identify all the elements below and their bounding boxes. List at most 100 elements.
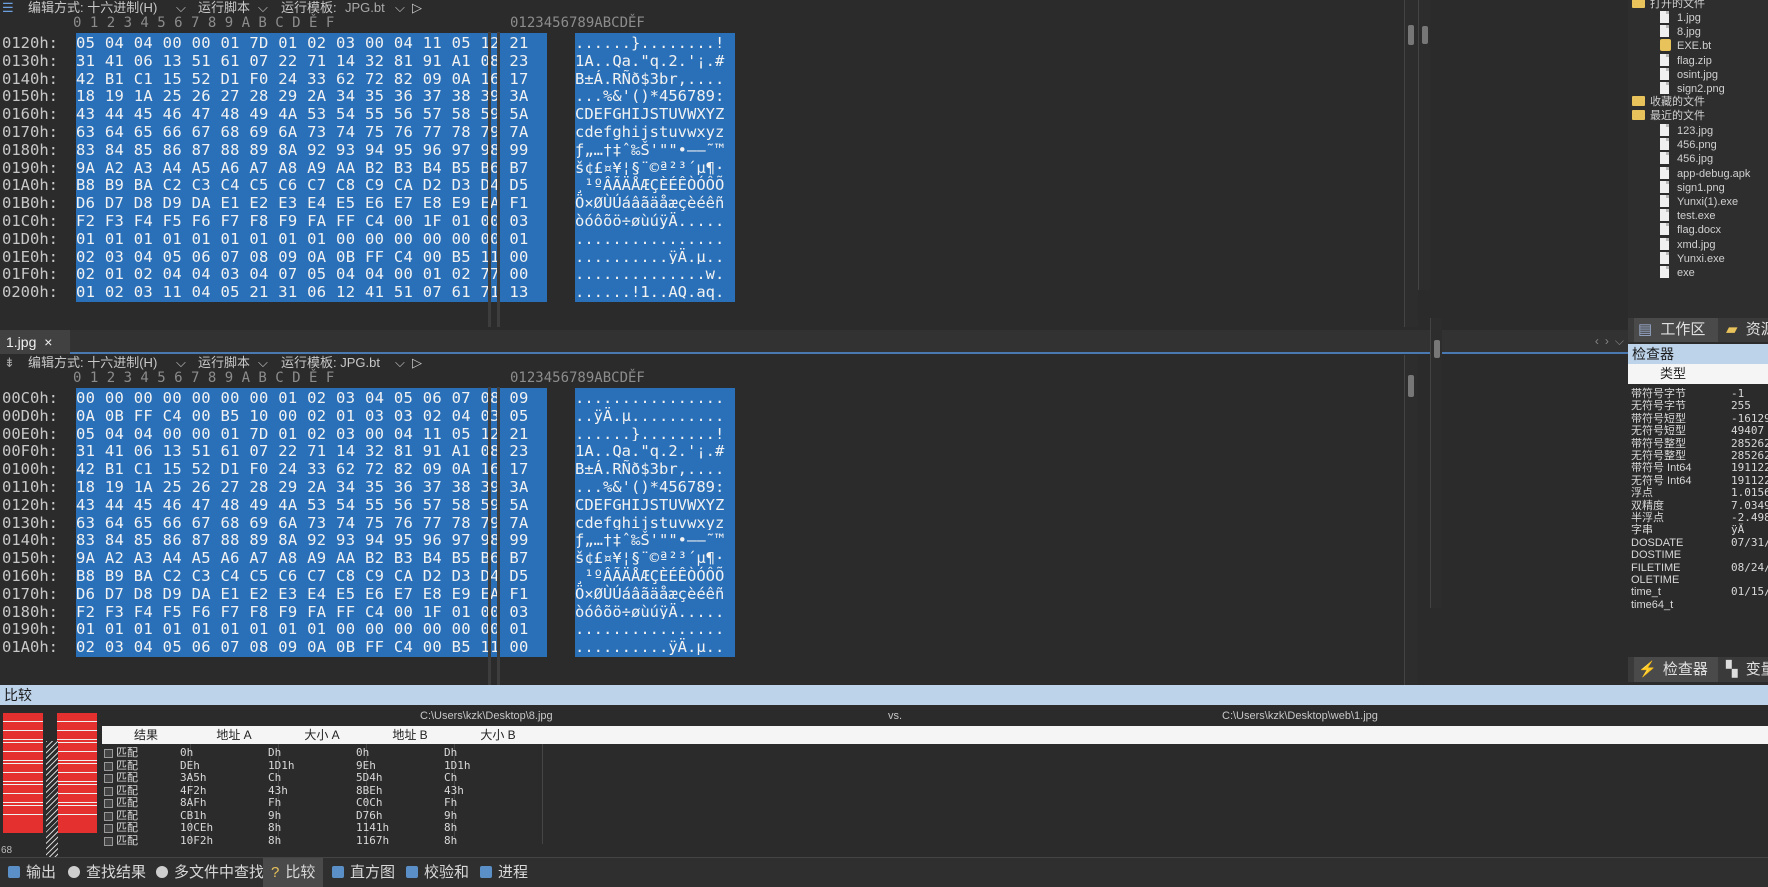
ascii-column-header: 0123456789ABCDĚF [510, 370, 645, 386]
diff-stripe [3, 784, 43, 785]
scrollbar-thumb[interactable] [1434, 340, 1440, 358]
hex-row[interactable]: 0200h: 01 02 03 11 04 05 21 31 06 12 41 5… [0, 282, 1418, 303]
tab-find-in-files[interactable]: 多文件中查找 [152, 858, 268, 887]
edit-as-dropdown[interactable]: 编辑方式: 十六进制(H) [28, 0, 157, 15]
bottom-tab-bar: 输出 查找结果 多文件中查找 ? 比较 直方图 校验和 进程 [0, 857, 1768, 887]
vertical-scrollbar[interactable] [1404, 0, 1418, 327]
tab-resources[interactable]: ▰ 资源 [1722, 318, 1768, 342]
file-name: exe [1677, 267, 1695, 279]
vertical-scrollbar[interactable] [1430, 318, 1442, 608]
checksum-icon [406, 866, 418, 878]
file-item[interactable]: exe [1660, 265, 1695, 281]
scrollbar-thumb[interactable] [1408, 25, 1414, 45]
folder-icon: ▰ [1726, 321, 1738, 338]
scrollbar-thumb[interactable] [1408, 375, 1414, 397]
ascii-text[interactable]: ......!1..AQ.aq. [575, 282, 735, 303]
row-checkbox[interactable] [104, 836, 113, 846]
folder-recent[interactable]: 最近的文件 [1632, 108, 1705, 124]
file-name: flag.docx [1677, 224, 1722, 237]
row-checkbox[interactable] [104, 811, 113, 821]
vertical-scrollbar[interactable] [1404, 355, 1418, 685]
hex-bytes[interactable]: 01 02 03 11 04 05 21 31 06 12 41 51 07 6… [76, 282, 547, 303]
diff-stripe [57, 814, 97, 815]
panel-menu-icon[interactable]: ☰ [2, 0, 14, 15]
tab-scroll-arrows[interactable]: ‹›⌵ [1595, 334, 1630, 349]
table-row[interactable]: 匹配 10F2h 8h 1167h 8h [102, 834, 602, 848]
inspector-column-header: 类型 [1628, 364, 1768, 384]
search-files-icon [156, 866, 168, 878]
compare-diff-map[interactable] [3, 713, 97, 861]
ascii-text[interactable]: ..........ÿÄ.µ.. [575, 637, 735, 658]
tab-variables[interactable]: ▚ 变量 [1722, 657, 1768, 682]
file-icon [1660, 82, 1669, 94]
hex-row[interactable]: 01A0h: 02 03 04 05 06 07 08 09 0A 0B FF C… [0, 637, 1418, 658]
row-checkbox[interactable] [104, 786, 113, 796]
diff-stripe [3, 739, 43, 740]
file-icon [1660, 180, 1669, 193]
column-separator [497, 32, 500, 327]
address-a-cell: 10F2h [180, 833, 214, 847]
type-column-header[interactable]: 类型 [1628, 364, 1718, 384]
run-template-dropdown[interactable]: 运行模板: [281, 0, 337, 15]
tab-checksum[interactable]: 校验和 [402, 858, 473, 887]
row-address: 0200h: [2, 283, 58, 302]
chevron-down-icon[interactable]: ⌵ [258, 0, 268, 15]
diff-stripe [3, 781, 43, 782]
tab-workspace[interactable]: ▤ 工作区 [1634, 318, 1718, 342]
file-icon [1660, 209, 1669, 222]
run-script-dropdown[interactable]: 运行脚本 [198, 355, 250, 370]
ascii-column-header: 0123456789ABCDĚF [510, 15, 645, 31]
inspector-type: time64_t [1631, 598, 1674, 611]
tab-inspector[interactable]: ⚡ 检查器 [1634, 657, 1718, 682]
tab-compare[interactable]: ? 比较 [263, 858, 324, 887]
row-address: 01A0h: [2, 638, 58, 657]
diff-stripe [3, 721, 43, 722]
col-size-b[interactable]: 大小 B [454, 726, 542, 744]
vertical-scrollbar[interactable] [1418, 0, 1430, 290]
file-name: app-debug.apk [1677, 167, 1751, 180]
hex-editor-panel-top[interactable]: ☰ 编辑方式: 十六进制(H) ⌵ 运行脚本 ⌵ 运行模板: JPG.bt ⌵ … [0, 0, 1418, 327]
chevron-down-icon[interactable]: ⌵ [395, 0, 405, 15]
diff-stripe [57, 784, 97, 785]
row-checkbox[interactable] [104, 774, 113, 783]
col-address-b[interactable]: 地址 B [366, 726, 454, 744]
tab-processes[interactable]: 进程 [476, 858, 532, 887]
tab-1jpg[interactable]: 1.jpg × [0, 330, 70, 354]
close-icon[interactable]: × [44, 334, 52, 350]
template-name-text: JPG.bt [345, 0, 385, 15]
right-panel-tabs: ▤ 工作区 ▰ 资源 [1628, 318, 1768, 342]
tab-output[interactable]: 输出 [4, 858, 60, 887]
row-checkbox[interactable] [104, 761, 113, 771]
row-checkbox[interactable] [104, 799, 113, 808]
col-address-a[interactable]: 地址 A [190, 726, 278, 744]
run-template-dropdown[interactable]: 运行模板: JPG.bt [281, 355, 380, 370]
hex-bytes[interactable]: 02 03 04 05 06 07 08 09 0A 0B FF C4 00 B… [76, 637, 547, 658]
tab-histogram[interactable]: 直方图 [328, 858, 399, 887]
col-size-a[interactable]: 大小 A [278, 726, 366, 744]
chevron-down-icon[interactable]: ⌵ [176, 355, 186, 370]
row-checkbox[interactable] [104, 824, 113, 833]
chevron-down-icon[interactable]: ⌵ [258, 355, 268, 370]
workspace-icon: ▤ [1638, 321, 1653, 338]
row-checkbox[interactable] [104, 749, 113, 758]
tab-find-results[interactable]: 查找结果 [64, 858, 150, 887]
file-icon [1660, 237, 1669, 250]
run-script-dropdown[interactable]: 运行脚本 [198, 0, 250, 15]
file-name: xmd.jpg [1677, 238, 1716, 251]
col-result[interactable]: 结果 [102, 726, 190, 744]
size-a-cell: 8h [268, 833, 282, 847]
play-icon[interactable]: ▷ [412, 355, 422, 370]
chevron-down-icon[interactable]: ⌵ [395, 355, 405, 370]
hex-editor-panel-bottom[interactable]: ⇟ 编辑方式: 十六进制(H) ⌵ 运行脚本 ⌵ 运行模板: JPG.bt ⌵ … [0, 355, 1418, 685]
file-icon [1660, 67, 1669, 80]
inspector-title: 检查器 [1628, 344, 1768, 364]
edit-as-dropdown[interactable]: 编辑方式: 十六进制(H) [28, 355, 157, 370]
scrollbar-thumb[interactable] [1422, 26, 1428, 44]
diff-stripe [57, 751, 97, 752]
compare-file-b: C:\Users\kzk\Desktop\web\1.jpg [1222, 710, 1378, 722]
diff-stripe [57, 730, 97, 731]
inspector-row[interactable]: time64_t [1628, 598, 1768, 612]
play-icon[interactable]: ▷ [412, 0, 422, 15]
chevron-down-icon[interactable]: ⌵ [176, 0, 186, 15]
collapse-icon[interactable]: ⇟ [4, 355, 15, 370]
